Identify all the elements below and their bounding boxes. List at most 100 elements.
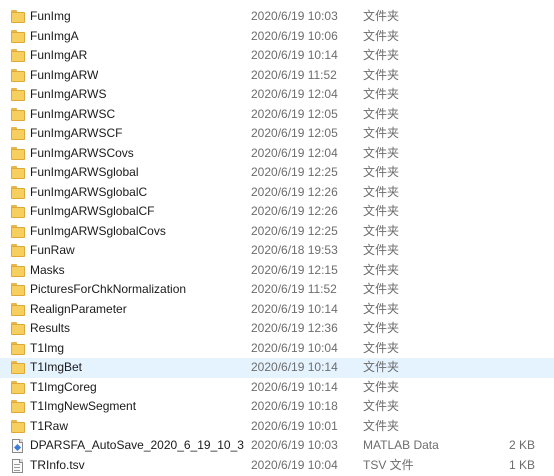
folder-icon	[11, 107, 25, 122]
file-name: FunImgAR	[30, 48, 88, 62]
file-type: 文件夹	[363, 379, 400, 394]
file-type: 文件夹	[363, 282, 400, 296]
file-type: 文件夹	[363, 87, 400, 101]
file-type: 文件夹	[363, 340, 400, 355]
file-type: 文件夹	[363, 399, 400, 413]
file-name: TRInfo.tsv	[30, 457, 85, 472]
file-name: FunImgARWSglobalCF	[30, 204, 155, 218]
file-row[interactable]: T1Img 2020/6/19 10:04 文件夹	[0, 339, 554, 359]
file-row[interactable]: Results 2020/6/19 12:36 文件夹	[0, 319, 554, 339]
file-name: DPARSFA_AutoSave_2020_6_19_10_3....	[30, 438, 245, 452]
file-date-modified: 2020/6/19 12:05	[251, 126, 338, 140]
file-type: 文件夹	[363, 184, 400, 199]
file-date-modified: 2020/6/19 12:05	[251, 106, 338, 121]
folder-icon	[11, 205, 25, 219]
folder-icon	[11, 88, 25, 102]
file-row[interactable]: FunImgARWSglobalC 2020/6/19 12:26 文件夹	[0, 183, 554, 203]
folder-icon	[11, 166, 25, 180]
file-row[interactable]: T1ImgNewSegment 2020/6/19 10:18 文件夹	[0, 397, 554, 417]
file-date-modified: 2020/6/19 12:26	[251, 184, 338, 199]
file-name: FunImgARWSCovs	[30, 145, 134, 160]
folder-icon	[11, 419, 25, 434]
file-row[interactable]: PicturesForChkNormalization 2020/6/19 11…	[0, 280, 554, 300]
file-date-modified: 2020/6/19 10:06	[251, 28, 338, 43]
file-row[interactable]: RealignParameter 2020/6/19 10:14 文件夹	[0, 300, 554, 320]
file-size: 2 KB	[508, 438, 535, 452]
file-date-modified: 2020/6/19 12:26	[251, 204, 338, 218]
file-name: T1ImgCoreg	[30, 379, 97, 394]
file-type: 文件夹	[363, 48, 400, 62]
file-name: FunImgARWSCF	[30, 126, 123, 140]
folder-icon	[11, 283, 25, 297]
file-row[interactable]: FunImgARWSglobal 2020/6/19 12:25 文件夹	[0, 163, 554, 183]
folder-icon	[11, 341, 25, 356]
folder-icon	[11, 302, 25, 317]
file-type: 文件夹	[363, 67, 400, 82]
file-row[interactable]: FunImgARWSglobalCovs 2020/6/19 12:25 文件夹	[0, 222, 554, 242]
file-size: 1 KB	[508, 457, 535, 472]
file-row[interactable]: TRInfo.tsv 2020/6/19 10:04 TSV 文件 1 KB	[0, 456, 554, 476]
file-date-modified: 2020/6/19 10:14	[251, 379, 338, 394]
file-row[interactable]: Masks 2020/6/19 12:15 文件夹	[0, 261, 554, 281]
folder-icon	[11, 263, 25, 278]
file-name: PicturesForChkNormalization	[30, 282, 187, 296]
file-row[interactable]: FunImg 2020/6/19 10:03 文件夹	[0, 7, 554, 27]
folder-icon	[11, 68, 25, 83]
file-date-modified: 2020/6/19 10:14	[251, 48, 338, 62]
file-date-modified: 2020/6/19 12:04	[251, 87, 338, 101]
file-date-modified: 2020/6/19 10:04	[251, 457, 338, 472]
file-name: FunImgARWSglobalCovs	[30, 223, 166, 238]
file-date-modified: 2020/6/19 12:04	[251, 145, 338, 160]
file-row[interactable]: DPARSFA_AutoSave_2020_6_19_10_3.... 2020…	[0, 436, 554, 456]
folder-icon	[11, 224, 25, 239]
file-name: Masks	[30, 262, 65, 277]
file-type: 文件夹	[363, 243, 400, 257]
file-date-modified: 2020/6/19 12:36	[251, 321, 338, 335]
file-type: TSV 文件	[363, 457, 414, 472]
folder-icon	[11, 10, 25, 24]
file-date-modified: 2020/6/19 12:15	[251, 262, 338, 277]
file-name: RealignParameter	[30, 301, 127, 316]
file-row[interactable]: T1ImgCoreg 2020/6/19 10:14 文件夹	[0, 378, 554, 398]
file-date-modified: 2020/6/19 11:52	[251, 67, 337, 82]
file-name: FunImgARWSC	[30, 106, 116, 121]
folder-icon	[11, 400, 25, 414]
file-name: T1ImgBet	[30, 360, 83, 374]
file-row[interactable]: FunImgA 2020/6/19 10:06 文件夹	[0, 27, 554, 47]
file-row[interactable]: FunImgARWSglobalCF 2020/6/19 12:26 文件夹	[0, 202, 554, 222]
file-date-modified: 2020/6/19 12:25	[251, 223, 338, 238]
file-row[interactable]: T1Raw 2020/6/19 10:01 文件夹	[0, 417, 554, 437]
file-row[interactable]: FunImgARW 2020/6/19 11:52 文件夹	[0, 66, 554, 86]
file-type: 文件夹	[363, 223, 400, 238]
folder-icon	[11, 185, 25, 200]
folder-icon	[11, 127, 25, 141]
file-date-modified: 2020/6/19 10:18	[251, 399, 338, 413]
file-row[interactable]: FunImgARWSCovs 2020/6/19 12:04 文件夹	[0, 144, 554, 164]
matlab-data-file-icon	[11, 439, 25, 453]
file-row[interactable]: FunRaw 2020/6/18 19:53 文件夹	[0, 241, 554, 261]
file-name: FunRaw	[30, 243, 75, 257]
file-name: FunImgARWSglobal	[30, 165, 139, 179]
file-row[interactable]: T1ImgBet 2020/6/19 10:14 文件夹	[0, 358, 554, 378]
file-list: FunImg 2020/6/19 10:03 文件夹 FunImgA 2020/…	[0, 7, 554, 475]
file-row[interactable]: FunImgARWS 2020/6/19 12:04 文件夹	[0, 85, 554, 105]
file-type: 文件夹	[363, 145, 400, 160]
file-row[interactable]: FunImgARWSC 2020/6/19 12:05 文件夹	[0, 105, 554, 125]
file-type: 文件夹	[363, 9, 400, 23]
file-row[interactable]: FunImgAR 2020/6/19 10:14 文件夹	[0, 46, 554, 66]
file-name: FunImg	[30, 9, 71, 23]
folder-icon	[11, 146, 25, 161]
file-date-modified: 2020/6/19 12:25	[251, 165, 338, 179]
file-type: 文件夹	[363, 126, 400, 140]
file-name: Results	[30, 321, 71, 335]
folder-icon	[11, 380, 25, 395]
file-name: T1Img	[30, 340, 65, 355]
file-name: FunImgA	[30, 28, 79, 43]
file-name: FunImgARW	[30, 67, 99, 82]
file-type: 文件夹	[363, 418, 400, 433]
file-type: 文件夹	[363, 262, 400, 277]
file-row[interactable]: FunImgARWSCF 2020/6/19 12:05 文件夹	[0, 124, 554, 144]
file-type: 文件夹	[363, 301, 400, 316]
file-type: 文件夹	[363, 165, 400, 179]
file-type: 文件夹	[363, 321, 400, 335]
